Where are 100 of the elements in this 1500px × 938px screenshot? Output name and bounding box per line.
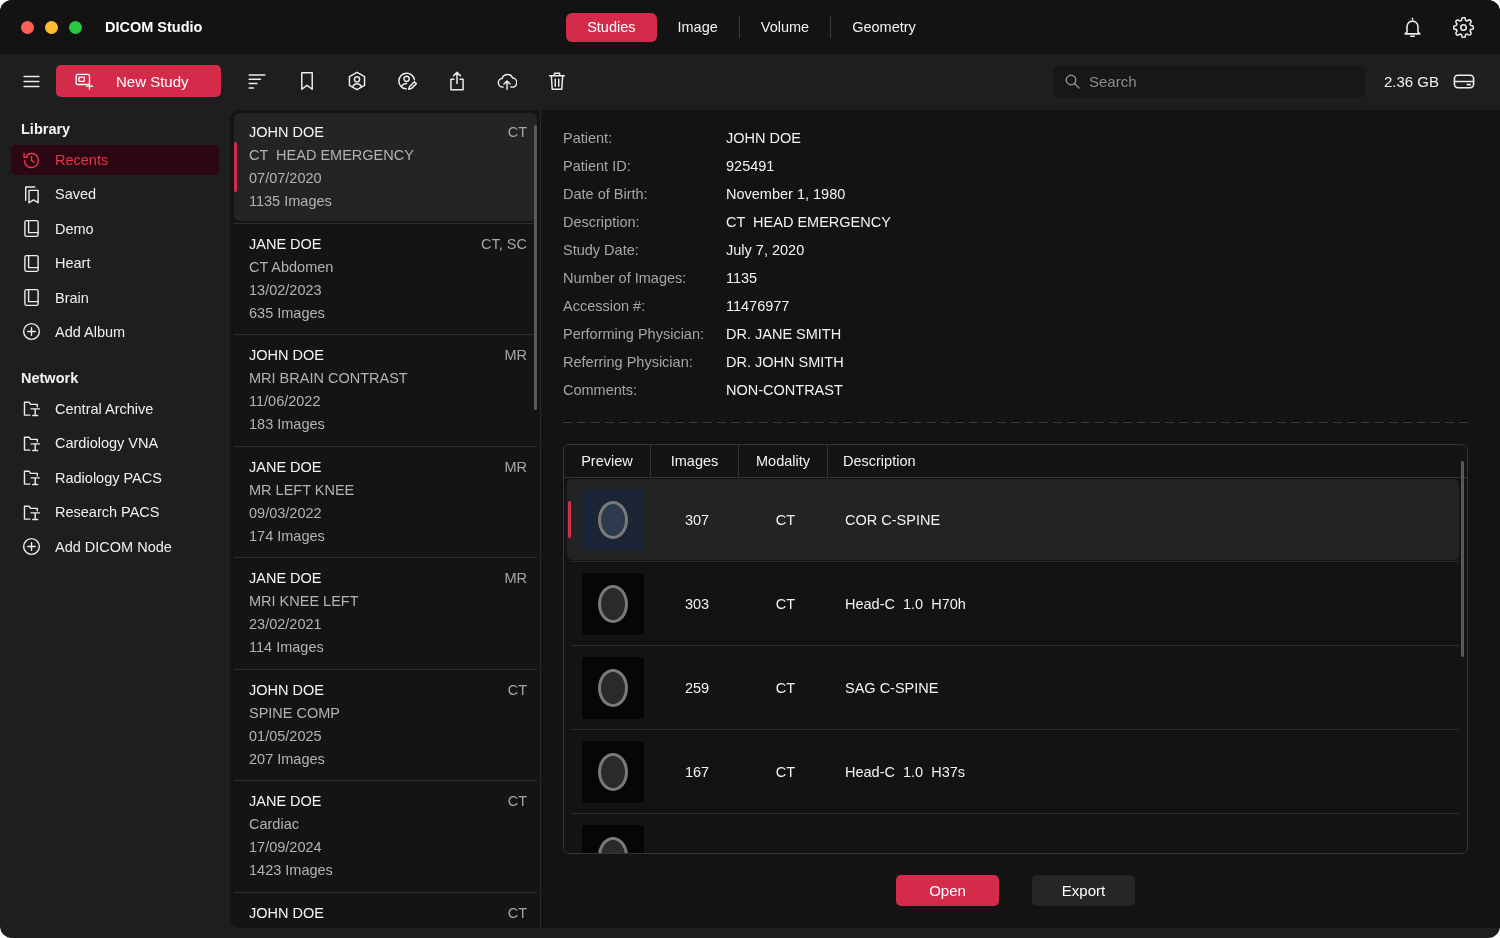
study-date: 09/03/2022 <box>249 503 323 523</box>
minimize-button[interactable] <box>45 20 58 34</box>
field-value: DR. JOHN SMITH <box>726 354 844 370</box>
study-item[interactable]: JANE DOE MR MRI KNEE LEFT 23/02/2021 114 Images <box>234 559 537 667</box>
column-header[interactable]: Modality <box>739 445 828 477</box>
field-value: JOHN DOE <box>726 130 801 146</box>
study-description: MRI KNEE LEFT <box>249 592 360 611</box>
close-button[interactable] <box>21 20 34 34</box>
zoom-button[interactable] <box>69 20 82 34</box>
search-field[interactable]: Search <box>1052 64 1365 98</box>
modality-label: MR <box>504 457 527 477</box>
cloud-upload-icon[interactable] <box>497 71 517 91</box>
modality-label: CT <box>507 123 527 142</box>
share-icon[interactable] <box>447 71 467 91</box>
new-study-button[interactable]: New Study <box>56 65 221 97</box>
study-date: 01/05/2025 <box>249 726 323 746</box>
table-cell-text: 259 <box>683 679 711 696</box>
sidebar-item[interactable]: Add Album <box>11 316 219 347</box>
scan-placeholder <box>581 572 644 635</box>
sidebar-item[interactable]: Brain <box>11 282 219 313</box>
series-row[interactable]: 259 CT SAG C-SPINE <box>567 647 1459 728</box>
study-description: Cardiac <box>249 815 300 834</box>
study-date: 11/06/2022 <box>249 392 322 411</box>
settings-icon[interactable] <box>1453 16 1474 38</box>
patient-name: JANE DOE <box>249 792 322 811</box>
patient-name: JOHN DOE <box>249 123 324 142</box>
table-cell-text: 303 <box>683 595 711 612</box>
field-label: Referring Physician: <box>563 354 693 370</box>
field-value: 11476977 <box>726 298 790 314</box>
sidebar-item[interactable]: Central Archive <box>11 393 219 424</box>
table-cell-text: SAG C-SPINE <box>844 679 940 696</box>
secondary-button[interactable]: Export <box>1032 875 1135 906</box>
study-description: MR LEFT KNEE <box>249 480 356 500</box>
table-cell-text: Head-C 1.0 H70h <box>844 595 967 612</box>
column-header[interactable]: Description <box>828 445 1467 477</box>
study-item[interactable]: JOHN DOE CT SPINE COMP 01/05/2025 207 Images <box>234 670 537 779</box>
sidebar-item[interactable]: Heart <box>11 248 219 279</box>
patient-name: JOHN DOE <box>249 680 324 700</box>
table-cell-text: CT <box>774 511 797 528</box>
patient-name: JANE DOE <box>249 569 322 588</box>
user-edit-icon[interactable] <box>397 71 417 91</box>
table-cell-text: 307 <box>683 511 711 528</box>
storage-label: 2.36 GB <box>1383 72 1439 90</box>
table-cell-text: CT <box>774 595 797 612</box>
study-item[interactable]: JOHN DOE MR MRI BRAIN CONTRAST 11/06/2022 183 Images <box>234 336 537 444</box>
scrollbar-thumb[interactable] <box>534 125 537 410</box>
table-cell-text: COR C-SPINE <box>844 511 942 528</box>
modality-label: MR <box>504 346 527 365</box>
study-item[interactable]: JANE DOE CT Cardiac 17/09/2024 1423 Images <box>234 782 537 890</box>
study-date: 17/09/2024 <box>249 838 323 857</box>
notification-bell-icon[interactable] <box>1402 16 1423 38</box>
primary-button[interactable]: Open <box>896 875 999 906</box>
selection-indicator <box>568 501 571 538</box>
patient-name: JOHN DOE <box>249 903 324 923</box>
modality-label: MR <box>504 569 527 588</box>
field-value: NON-CONTRAST <box>726 382 843 398</box>
bookmarks-icon <box>22 184 41 204</box>
column-header[interactable]: Images <box>651 445 739 477</box>
field-label: Performing Physician: <box>563 326 705 342</box>
sidebar-item[interactable]: Research PACS <box>11 497 219 528</box>
user-hexagon-icon[interactable] <box>347 71 367 91</box>
sidebar-item[interactable]: Cardiology VNA <box>11 428 219 459</box>
study-description: SPINE COMP <box>249 703 342 723</box>
field-label: Description: <box>563 214 640 230</box>
tab[interactable]: Image <box>656 12 739 42</box>
table-cell-text: 167 <box>683 763 711 780</box>
field-value: 1135 <box>726 270 758 286</box>
series-row[interactable]: 167 CT Head-C 1.0 H37s <box>567 731 1459 812</box>
field-value: November 1, 1980 <box>726 186 846 202</box>
series-row[interactable]: 303 CT Head-C 1.0 H70h <box>567 563 1459 644</box>
network-folder-icon <box>22 399 41 419</box>
scan-placeholder <box>581 740 644 803</box>
field-value: CT HEAD EMERGENCY <box>726 214 891 230</box>
series-row[interactable]: 307 CT COR C-SPINE <box>567 479 1459 560</box>
study-description: CT Abdomen <box>249 257 335 277</box>
sidebar-item[interactable]: Saved <box>11 179 219 210</box>
sidebar-item[interactable]: Radiology PACS <box>11 462 219 493</box>
patient-name: JOHN DOE <box>249 346 324 365</box>
column-header[interactable]: Preview <box>564 445 651 477</box>
sidebar-item[interactable]: Add DICOM Node <box>11 531 219 562</box>
tab[interactable]: Studies <box>566 12 657 42</box>
study-item[interactable]: JANE DOE MR MR LEFT KNEE 09/03/2022 174 Images <box>234 447 537 556</box>
trash-icon[interactable] <box>547 71 567 91</box>
sidebar-item[interactable]: Recents <box>11 145 219 175</box>
study-item[interactable]: JOHN DOE CT CT HEAD EMERGENCY 07/07/2020 1135 Images <box>234 113 537 221</box>
study-item[interactable]: JANE DOE CT, SC CT Abdomen 13/02/2023 635 Images <box>234 224 537 333</box>
section-heading: Network <box>20 368 80 388</box>
sidebar-item[interactable]: Demo <box>11 213 219 244</box>
image-count: 174 Images <box>249 526 326 546</box>
study-item[interactable]: JOHN DOE CT <box>234 893 537 928</box>
study-date: 23/02/2021 <box>249 615 323 634</box>
image-count: 183 Images <box>249 415 326 434</box>
field-label: Number of Images: <box>563 270 687 286</box>
tab[interactable]: Volume <box>739 12 831 42</box>
study-date: 07/07/2020 <box>249 169 323 188</box>
tab[interactable]: Geometry <box>831 12 937 42</box>
scrollbar-thumb[interactable] <box>1461 461 1464 657</box>
sort-icon[interactable] <box>247 71 267 91</box>
scan-placeholder <box>581 656 644 719</box>
field-label: Patient: <box>563 130 613 146</box>
